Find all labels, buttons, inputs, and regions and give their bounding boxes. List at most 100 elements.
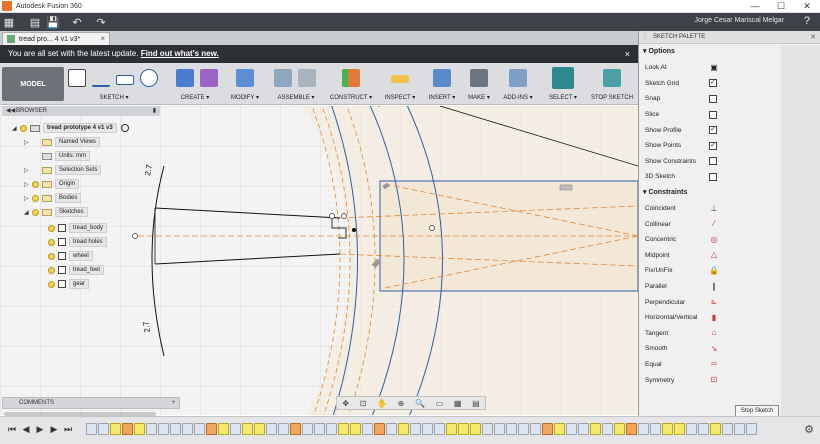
constraint-icon[interactable]: ⁄ xyxy=(709,219,719,229)
timeline-feature[interactable] xyxy=(542,423,553,435)
browser-pin-icon[interactable]: ▮ xyxy=(153,106,156,116)
data-panel-icon[interactable]: ▦ xyxy=(0,16,18,29)
grid-settings-icon[interactable]: ▦ xyxy=(454,399,462,408)
timeline-feature[interactable] xyxy=(602,423,613,435)
timeline-feature[interactable] xyxy=(506,423,517,435)
timeline-play-button[interactable]: ▶ xyxy=(34,424,46,435)
close-banner-icon[interactable]: × xyxy=(625,45,630,63)
collapse-icon[interactable]: ◢ xyxy=(24,209,32,216)
constraint-icon[interactable]: ═ xyxy=(709,359,719,369)
timeline-feature[interactable] xyxy=(662,423,673,435)
file-menu-icon[interactable]: ▤ xyxy=(26,16,44,29)
zoom-window-icon[interactable]: 🔍 xyxy=(415,399,425,408)
browser-item-bodies[interactable]: ▷ Bodies xyxy=(24,192,82,204)
visibility-bulb-icon[interactable] xyxy=(48,266,55,274)
visibility-bulb-icon[interactable] xyxy=(48,238,55,246)
timeline-feature[interactable] xyxy=(698,423,709,435)
pattern-icon[interactable] xyxy=(200,69,218,87)
sketch-item-gear[interactable]: gear xyxy=(48,278,90,290)
timeline-feature[interactable] xyxy=(494,423,505,435)
timeline-settings-icon[interactable]: ⚙ xyxy=(804,423,814,436)
make-group[interactable]: MAKE ▾ xyxy=(462,67,496,101)
timeline-feature[interactable] xyxy=(314,423,325,435)
select-group[interactable]: SELECT ▾ xyxy=(544,67,582,101)
palette-option-checkbox[interactable]: ✓ xyxy=(709,126,717,135)
close-tab-icon[interactable]: × xyxy=(100,34,105,43)
palette-close-icon[interactable]: ✕ xyxy=(810,31,816,44)
create-group[interactable]: CREATE ▾ xyxy=(164,67,226,101)
palette-header[interactable]: ⋮ SKETCH PALETTE ✕ xyxy=(639,31,820,44)
timeline-feature[interactable] xyxy=(254,423,265,435)
constraint-icon[interactable]: ⊥ xyxy=(709,204,719,214)
offset-plane-icon[interactable] xyxy=(342,69,360,87)
help-icon[interactable]: ? xyxy=(804,15,810,27)
browser-item-named-views[interactable]: ▷ Named Views xyxy=(24,136,100,148)
timeline-feature[interactable] xyxy=(386,423,397,435)
timeline-feature[interactable] xyxy=(218,423,229,435)
user-account-menu[interactable]: Jorge Cesar Mariscal Melgar xyxy=(695,17,784,24)
visibility-bulb-icon[interactable] xyxy=(48,280,55,288)
expand-icon[interactable]: ◢ xyxy=(12,125,20,132)
close-window-button[interactable]: ✕ xyxy=(794,0,820,13)
minimize-button[interactable]: — xyxy=(742,0,768,13)
timeline-feature[interactable] xyxy=(230,423,241,435)
sketch-item-tread-holes[interactable]: tread holes xyxy=(48,236,107,248)
timeline-feature[interactable] xyxy=(638,423,649,435)
timeline-feature[interactable] xyxy=(434,423,445,435)
timeline-feature[interactable] xyxy=(458,423,469,435)
sketch-group[interactable]: SKETCH ▾ xyxy=(66,67,162,101)
timeline-feature[interactable] xyxy=(290,423,301,435)
document-tab[interactable]: tread pro... 4 v1 v3* × xyxy=(2,32,110,45)
expand-icon[interactable]: ▷ xyxy=(24,181,32,188)
add-ins-group[interactable]: ADD-INS ▾ xyxy=(498,67,538,101)
timeline-feature[interactable] xyxy=(266,423,277,435)
timeline-feature[interactable] xyxy=(614,423,625,435)
timeline-feature[interactable] xyxy=(710,423,721,435)
options-expand-icon[interactable]: ▾ xyxy=(643,48,647,55)
timeline-feature[interactable] xyxy=(518,423,529,435)
timeline-feature[interactable] xyxy=(554,423,565,435)
timeline-feature[interactable] xyxy=(182,423,193,435)
expand-icon[interactable]: ▷ xyxy=(24,195,32,202)
rectangle-icon[interactable] xyxy=(116,75,134,85)
timeline-feature[interactable] xyxy=(674,423,685,435)
timeline-feature[interactable] xyxy=(326,423,337,435)
whats-new-link[interactable]: Find out what's new. xyxy=(141,49,219,58)
timeline-feature[interactable] xyxy=(170,423,181,435)
pan-icon[interactable]: ✋ xyxy=(377,399,387,408)
visibility-bulb-icon[interactable] xyxy=(20,124,27,132)
visibility-bulb-icon[interactable] xyxy=(32,208,39,216)
palette-option-checkbox[interactable] xyxy=(709,172,717,181)
display-settings-icon[interactable]: ▭ xyxy=(436,399,444,408)
palette-option-checkbox[interactable] xyxy=(709,110,717,119)
stop-sketch-group[interactable]: STOP SKETCH xyxy=(586,67,638,101)
3d-print-icon[interactable] xyxy=(470,69,488,87)
timeline-feature[interactable] xyxy=(374,423,385,435)
timeline-first-button[interactable]: ⏮ xyxy=(6,424,18,435)
measure-icon[interactable] xyxy=(391,75,409,83)
timeline-feature[interactable] xyxy=(122,423,133,435)
timeline-prev-button[interactable]: ◀ xyxy=(20,424,32,435)
timeline-feature[interactable] xyxy=(566,423,577,435)
sketch-item-wheel[interactable]: wheel xyxy=(48,250,93,262)
add-comment-icon[interactable]: + xyxy=(171,398,175,408)
scripts-icon[interactable] xyxy=(509,69,527,87)
palette-option-checkbox[interactable]: ✓ xyxy=(709,141,717,150)
timeline-feature[interactable] xyxy=(134,423,145,435)
undo-icon[interactable]: ↶ xyxy=(68,16,86,29)
timeline-feature[interactable] xyxy=(350,423,361,435)
timeline-feature[interactable] xyxy=(110,423,121,435)
zoom-icon[interactable]: ⊕ xyxy=(398,399,405,408)
extrude-icon[interactable] xyxy=(176,69,194,87)
timeline-feature[interactable] xyxy=(338,423,349,435)
timeline-feature[interactable] xyxy=(446,423,457,435)
timeline-feature[interactable] xyxy=(686,423,697,435)
timeline-feature[interactable] xyxy=(746,423,757,435)
visibility-bulb-icon[interactable] xyxy=(48,224,55,232)
timeline-feature[interactable] xyxy=(302,423,313,435)
inspect-group[interactable]: INSPECT ▾ xyxy=(380,67,420,101)
timeline-feature[interactable] xyxy=(410,423,421,435)
maximize-button[interactable]: ☐ xyxy=(768,0,794,13)
browser-item-units[interactable]: Units: mm xyxy=(24,150,90,162)
expand-icon[interactable]: ▷ xyxy=(24,139,32,146)
